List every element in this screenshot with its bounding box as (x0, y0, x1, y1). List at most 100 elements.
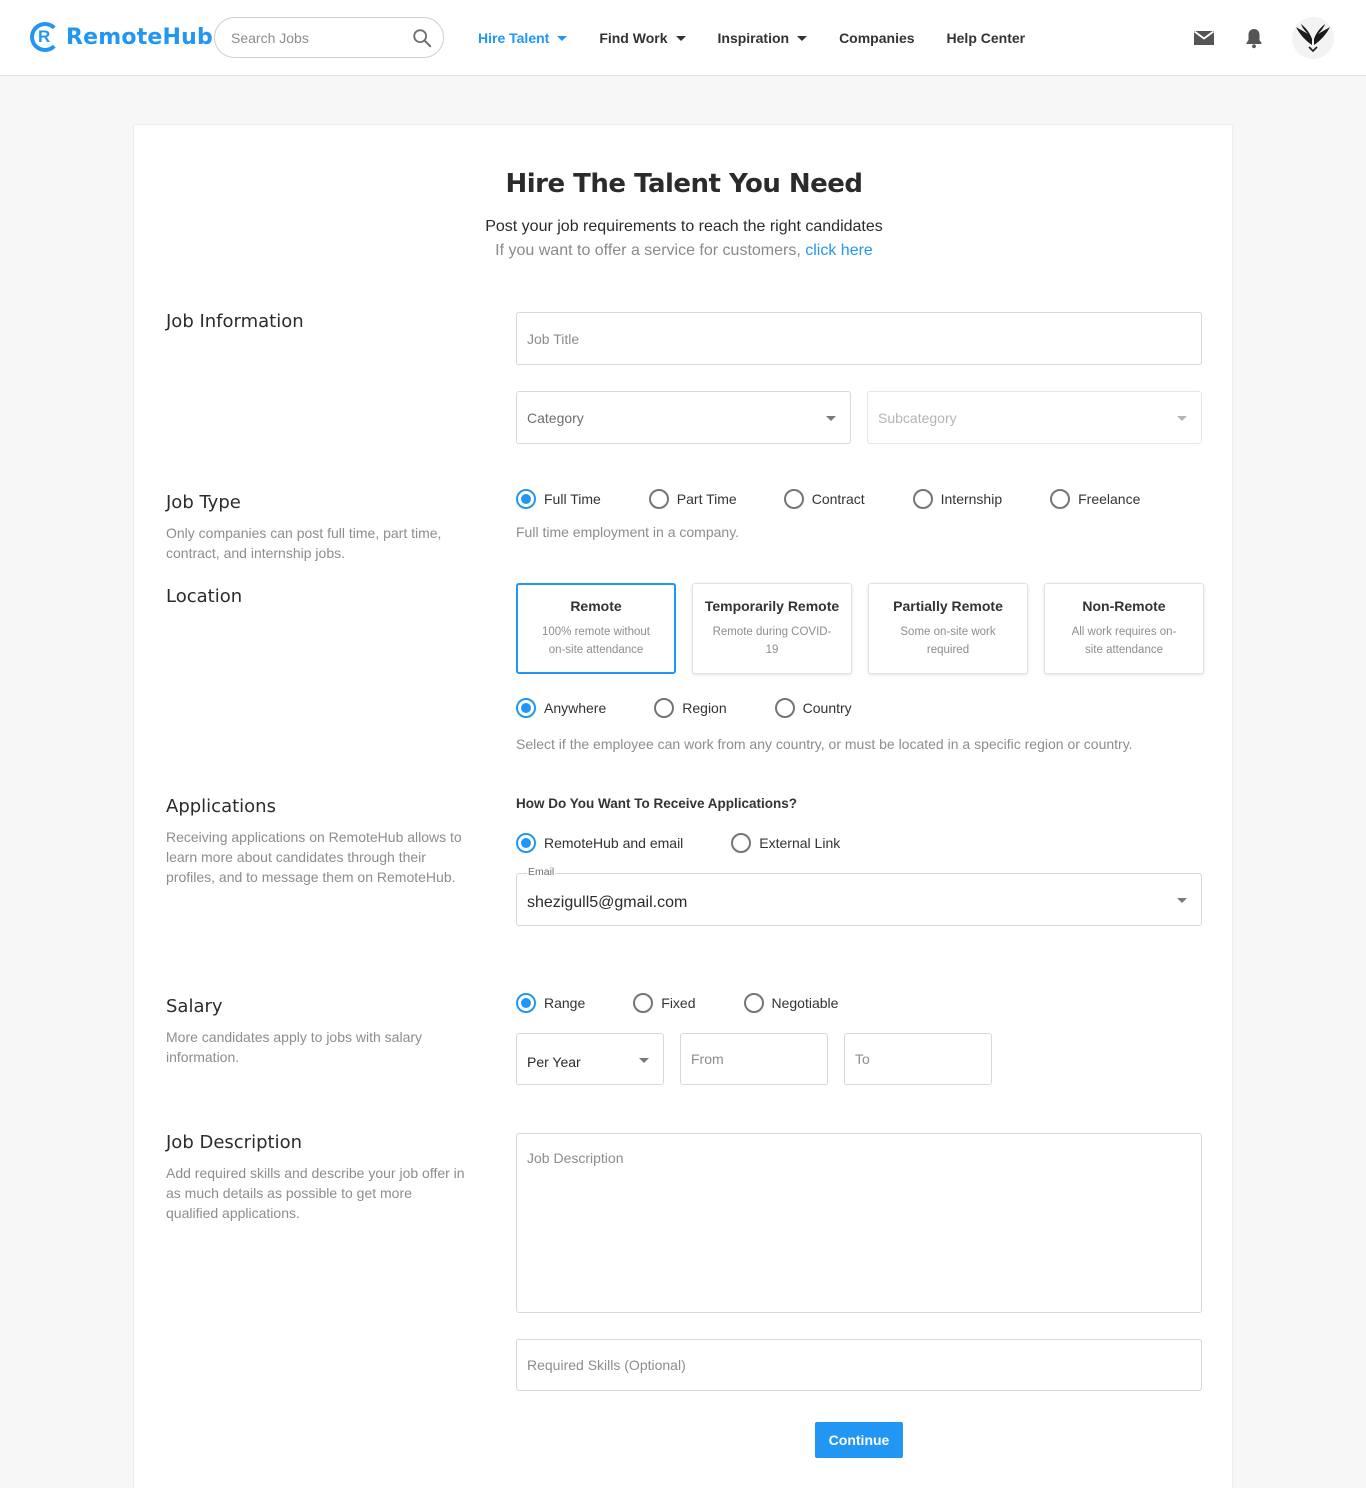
location-card-temporarily-remote[interactable]: Temporarily Remote Remote during COVID-1… (692, 583, 852, 674)
section-title-salary: Salary (166, 996, 223, 1017)
location-card-title: Temporarily Remote (704, 598, 840, 614)
radio-unchecked-icon (912, 489, 933, 509)
search-box (214, 17, 444, 58)
radio-region[interactable]: Region (654, 698, 727, 718)
location-card-desc: All work requires on-site attendance (1071, 626, 1177, 656)
logo-icon (30, 22, 60, 52)
radio-label: Range (544, 995, 586, 1011)
bell-icon[interactable] (1242, 26, 1266, 50)
service-prefix: If you want to offer a service for custo… (495, 242, 806, 259)
radio-checked-icon (516, 698, 536, 718)
required-skills-input[interactable] (527, 1340, 1191, 1390)
section-title-location: Location (166, 586, 243, 607)
salary-period-value: Per Year (527, 1054, 581, 1070)
salary-to-input[interactable] (855, 1034, 981, 1084)
page-subtitle: Post your job requirements to reach the … (485, 218, 883, 235)
salary-from-field (680, 1033, 828, 1085)
top-navbar: RemoteHub Hire Talent Find Work Inspirat… (0, 0, 1366, 76)
radio-anywhere[interactable]: Anywhere (516, 698, 606, 718)
salary-period-select[interactable]: Per Year (516, 1033, 664, 1085)
nav-label: Help Center (946, 30, 1026, 46)
job-type-helper: Full time employment in a company. (516, 524, 740, 540)
location-scope-radio-group: Anywhere Region Country (516, 698, 852, 718)
location-card-desc: Some on-site work required (900, 626, 996, 656)
job-title-input[interactable] (527, 313, 1191, 364)
job-title-field (516, 312, 1202, 365)
radio-label: Anywhere (544, 700, 607, 716)
radio-contract[interactable]: Contract (783, 489, 865, 509)
radio-unchecked-icon (654, 698, 675, 718)
job-description-help: Add required skills and describe your jo… (166, 1165, 465, 1221)
radio-full-time[interactable]: Full Time (516, 489, 601, 509)
salary-to-field (844, 1033, 992, 1085)
radio-part-time[interactable]: Part Time (648, 489, 737, 509)
radio-label: RemoteHub and email (544, 835, 684, 851)
chevron-down-icon (557, 35, 568, 41)
job-type-description: Only companies can post full time, part … (166, 525, 442, 561)
wings-logo-icon (1296, 24, 1330, 53)
mail-icon[interactable] (1192, 26, 1216, 50)
nav-hire-talent[interactable]: Hire Talent (478, 28, 568, 48)
job-description-field (516, 1133, 1202, 1313)
subcategory-select[interactable]: Subcategory (867, 391, 1202, 444)
search-icon[interactable] (411, 27, 433, 49)
category-placeholder: Category (527, 410, 584, 426)
logo-text: RemoteHub (66, 24, 213, 50)
radio-unchecked-icon (633, 993, 654, 1013)
radio-remotehub-email[interactable]: RemoteHub and email (516, 833, 683, 853)
radio-label: Internship (940, 491, 1003, 507)
nav-help-center[interactable]: Help Center (947, 28, 1026, 48)
location-card-title: Partially Remote (893, 598, 1003, 614)
radio-freelance[interactable]: Freelance (1050, 489, 1140, 509)
radio-label: Part Time (676, 491, 737, 507)
location-card-remote[interactable]: Remote 100% remote without on-site atten… (516, 583, 676, 674)
radio-internship[interactable]: Internship (912, 489, 1003, 509)
click-here-link[interactable]: click here (805, 242, 873, 259)
chevron-down-icon (639, 1058, 649, 1063)
radio-fixed[interactable]: Fixed (633, 993, 696, 1013)
applications-question: How Do You Want To Receive Applications? (516, 796, 798, 811)
location-helper: Select if the employee can work from any… (516, 736, 1133, 752)
applications-radio-group: RemoteHub and email External Link (516, 833, 840, 853)
radio-label: Freelance (1078, 491, 1141, 507)
radio-label: Contract (811, 491, 865, 507)
location-card-partially-remote[interactable]: Partially Remote Some on-site work requi… (868, 583, 1028, 674)
salary-description: More candidates apply to jobs with salar… (166, 1029, 423, 1065)
category-select[interactable]: Category (516, 391, 851, 444)
radio-unchecked-icon (1050, 489, 1071, 509)
avatar[interactable] (1292, 17, 1334, 59)
radio-range[interactable]: Range (516, 993, 585, 1013)
email-label: Email (527, 866, 556, 878)
radio-label: Full Time (544, 491, 601, 507)
radio-negotiable[interactable]: Negotiable (743, 993, 838, 1013)
post-job-card: Hire The Talent You Need Post your job r… (133, 124, 1233, 1488)
email-select[interactable]: Email shezigull5@gmail.com (516, 866, 1202, 926)
nav-companies[interactable]: Companies (839, 28, 914, 48)
radio-checked-icon (516, 993, 536, 1013)
radio-checked-icon (516, 833, 536, 853)
section-title-job-information: Job Information (166, 311, 304, 332)
chevron-down-icon (1177, 416, 1187, 421)
radio-unchecked-icon (783, 489, 804, 509)
service-offer-text: If you want to offer a service for custo… (134, 242, 1234, 260)
chevron-down-icon (675, 35, 686, 41)
nav-inspiration[interactable]: Inspiration (718, 28, 808, 48)
radio-label: Country (802, 700, 852, 716)
job-type-radio-group: Full Time Part Time Contract Internship … (516, 489, 1140, 509)
search-input[interactable] (231, 28, 401, 48)
section-title-applications: Applications (166, 796, 276, 817)
salary-from-input[interactable] (691, 1034, 817, 1084)
chevron-down-icon (1177, 898, 1187, 903)
nav-find-work[interactable]: Find Work (599, 28, 686, 48)
location-card-non-remote[interactable]: Non-Remote All work requires on-site att… (1044, 583, 1204, 674)
radio-unchecked-icon (648, 489, 669, 509)
job-description-textarea[interactable] (527, 1150, 1191, 1308)
logo[interactable]: RemoteHub (30, 22, 213, 52)
continue-button[interactable]: Continue (815, 1422, 903, 1458)
radio-country[interactable]: Country (774, 698, 852, 718)
radio-external-link[interactable]: External Link (731, 833, 840, 853)
section-title-job-description: Job Description (166, 1132, 302, 1153)
location-card-desc: 100% remote without on-site attendance (541, 626, 651, 656)
main-nav: Hire Talent Find Work Inspiration Compan… (478, 28, 1057, 48)
chevron-down-icon (826, 416, 836, 421)
